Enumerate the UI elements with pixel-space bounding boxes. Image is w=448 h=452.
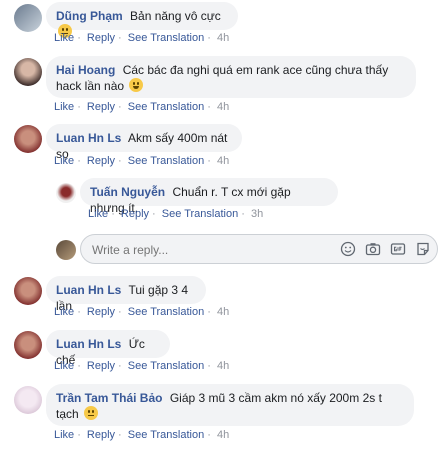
reply-link[interactable]: Reply [87, 155, 115, 167]
timestamp[interactable]: 4h [217, 32, 229, 44]
avatar[interactable] [14, 386, 42, 414]
commenter-name[interactable]: Luan Hn Ls [56, 283, 121, 297]
comment-actions: Like · Reply · See Translation · 4h [54, 32, 230, 44]
gif-icon[interactable] [390, 241, 406, 257]
like-link[interactable]: Like [88, 208, 108, 220]
reply-input[interactable] [90, 242, 294, 258]
sticker-icon[interactable] [415, 241, 431, 257]
timestamp[interactable]: 4h [217, 306, 229, 318]
timestamp[interactable]: 3h [251, 208, 263, 220]
see-translation-link[interactable]: See Translation [128, 155, 204, 167]
current-user-avatar [56, 240, 76, 260]
comment-bubble: Dũng Phạm Bản năng vô cực [46, 2, 238, 38]
see-translation-link[interactable]: See Translation [128, 429, 204, 441]
timestamp[interactable]: 4h [217, 429, 229, 441]
see-translation-link[interactable]: See Translation [128, 101, 204, 113]
camera-icon[interactable] [365, 241, 381, 257]
timestamp[interactable]: 4h [217, 360, 229, 372]
laugh-emoji-icon [129, 78, 144, 92]
commenter-name[interactable]: Dũng Phạm [56, 9, 123, 23]
timestamp[interactable]: 4h [217, 101, 229, 113]
comment-bubble: Tuấn Nguyễn Chuẩn r. T cx mới gặp nhưng … [80, 178, 338, 215]
comment-bubble: Luan Hn Ls Ức chế [46, 330, 170, 367]
see-translation-link[interactable]: See Translation [128, 32, 204, 44]
avatar[interactable] [14, 331, 42, 359]
comment-actions: Like · Reply · See Translation · 3h [88, 208, 264, 220]
like-link[interactable]: Like [54, 101, 74, 113]
see-translation-link[interactable]: See Translation [128, 306, 204, 318]
reply-link[interactable]: Reply [121, 208, 149, 220]
reply-link[interactable]: Reply [87, 429, 115, 441]
reply-link[interactable]: Reply [87, 360, 115, 372]
like-link[interactable]: Like [54, 360, 74, 372]
commenter-name[interactable]: Hai Hoang [56, 63, 115, 77]
commenter-name[interactable]: Trần Tam Thái Bảo [56, 391, 162, 405]
avatar[interactable] [14, 277, 42, 305]
comment-actions: Like · Reply · See Translation · 4h [54, 429, 230, 441]
like-link[interactable]: Like [54, 306, 74, 318]
comment-bubble: Luan Hn Ls Akm sấy 400m nát sọ [46, 124, 242, 161]
like-link[interactable]: Like [54, 155, 74, 167]
comment-bubble: Hai Hoang Các bác đa nghi quá em rank ac… [46, 56, 416, 98]
like-link[interactable]: Like [54, 429, 74, 441]
commenter-name[interactable]: Luan Hn Ls [56, 337, 121, 351]
comment-actions: Like · Reply · See Translation · 4h [54, 101, 230, 113]
comment-text: Bản năng vô cực [130, 9, 221, 23]
avatar[interactable] [56, 183, 76, 203]
reply-link[interactable]: Reply [87, 306, 115, 318]
reply-link[interactable]: Reply [87, 32, 115, 44]
commenter-name[interactable]: Luan Hn Ls [56, 131, 121, 145]
avatar[interactable] [14, 58, 42, 86]
comment-bubble: Trần Tam Thái Bảo Giáp 3 mũ 3 cầm akm nó… [46, 384, 414, 426]
emoji-icon[interactable] [340, 241, 356, 257]
commenter-name[interactable]: Tuấn Nguyễn [90, 185, 165, 199]
like-link[interactable]: Like [54, 32, 74, 44]
comment-actions: Like · Reply · See Translation · 4h [54, 360, 230, 372]
timestamp[interactable]: 4h [217, 155, 229, 167]
comment-bubble: Luan Hn Ls Tui gặp 3 4 lần [46, 276, 206, 313]
see-translation-link[interactable]: See Translation [162, 208, 238, 220]
comment-actions: Like · Reply · See Translation · 4h [54, 306, 230, 318]
comment-actions: Like · Reply · See Translation · 4h [54, 155, 230, 167]
reply-box[interactable] [80, 234, 438, 264]
avatar[interactable] [14, 4, 42, 32]
avatar[interactable] [14, 125, 42, 153]
reply-link[interactable]: Reply [87, 101, 115, 113]
smile-emoji-icon [84, 406, 99, 420]
see-translation-link[interactable]: See Translation [128, 360, 204, 372]
